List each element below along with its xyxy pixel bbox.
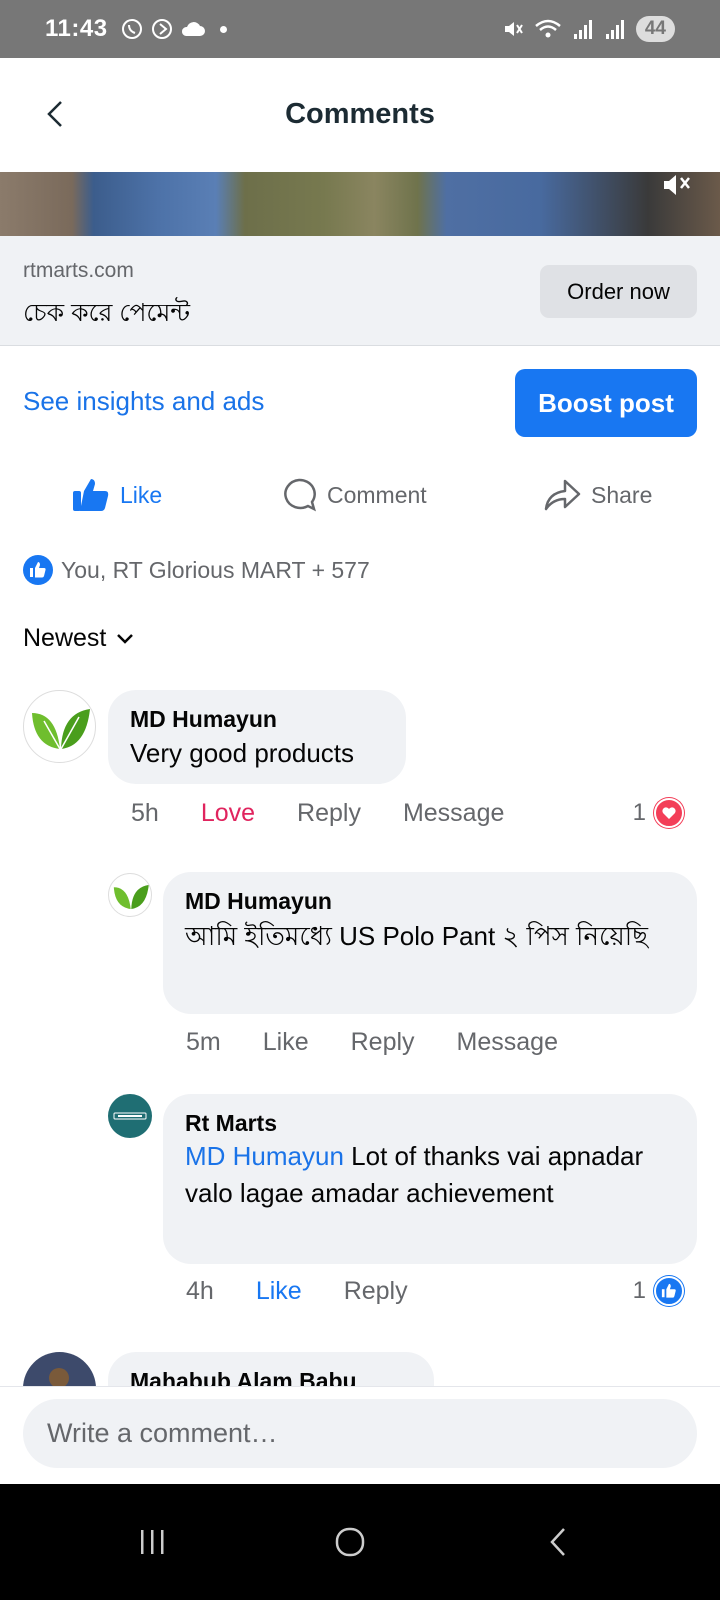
share-label: Share [591, 481, 653, 508]
home-button[interactable] [320, 1522, 380, 1562]
cloud-icon [181, 22, 205, 36]
comment-time: 5m [186, 1027, 221, 1056]
like-label: Like [120, 481, 163, 508]
comment-meta: 5h Love Reply Message [131, 796, 546, 830]
message-button[interactable]: Message [457, 1028, 558, 1057]
comment-author[interactable]: MD Humayun [185, 886, 675, 916]
link-domain: rtmarts.com [23, 259, 134, 282]
chevron-down-icon [117, 633, 134, 644]
comment-label: Comment [327, 481, 427, 508]
reactions-summary[interactable]: You, RT Glorious MART + 577 [23, 554, 370, 586]
reply-button[interactable]: Reply [351, 1028, 415, 1057]
comment-meta: 5m Like Reply Message [186, 1025, 600, 1059]
notification-dot-icon [219, 25, 227, 33]
comment-text: Very good products [130, 738, 355, 768]
comment-icon [284, 478, 316, 512]
whatsapp-icon [121, 19, 142, 39]
like-button[interactable]: Like [72, 470, 162, 520]
sort-dropdown[interactable]: Newest [23, 624, 134, 653]
order-now-button[interactable]: Order now [540, 265, 697, 318]
comment-reaction-count[interactable]: 1 [633, 1274, 684, 1308]
link-preview[interactable]: rtmarts.com চেক করে পেমেন্ট Order now [0, 236, 720, 346]
home-icon [335, 1527, 365, 1557]
post-action-row: Like Comment Share [0, 470, 720, 520]
post-image[interactable] [0, 172, 720, 236]
comment-bubble[interactable]: MD Humayun Very good products [108, 690, 406, 784]
like-reaction-icon [654, 1276, 684, 1306]
leaf-logo-icon [113, 884, 149, 909]
back-nav-icon [550, 1528, 565, 1556]
like-reaction-icon [23, 555, 53, 585]
avatar[interactable] [108, 873, 152, 917]
recent-apps-button[interactable] [122, 1522, 182, 1562]
share-button[interactable]: Share [543, 470, 652, 520]
reaction-count-value: 1 [632, 799, 646, 826]
reactions-summary-text: You, RT Glorious MART + 577 [61, 556, 370, 583]
thumbs-up-icon [73, 479, 109, 511]
reply-button[interactable]: Reply [344, 1277, 408, 1306]
wifi-icon [535, 19, 561, 38]
system-nav-bar [0, 1484, 720, 1600]
comment-author[interactable]: MD Humayun [130, 704, 384, 734]
boost-post-button[interactable]: Boost post [515, 369, 697, 437]
recent-apps-icon [141, 1530, 164, 1554]
comment-button[interactable]: Comment [281, 470, 427, 520]
status-time: 11:43 [45, 15, 108, 42]
status-bar: 11:43 44 [0, 0, 720, 58]
comments-header: Comments [0, 58, 720, 172]
link-subtitle: চেক করে পেমেন্ট [23, 299, 191, 327]
comment-author[interactable]: Rt Marts [185, 1108, 675, 1138]
reply-bubble[interactable]: MD Humayun আমি ইতিমধ্যে US Polo Pant ২ প… [163, 872, 697, 1014]
page-title: Comments [285, 98, 435, 130]
battery-indicator: 44 [635, 16, 675, 42]
see-insights-link[interactable]: See insights and ads [23, 386, 264, 417]
mention-link[interactable]: MD Humayun [185, 1141, 344, 1171]
reply-bubble[interactable]: Rt Marts MD Humayun Lot of thanks vai ap… [163, 1094, 697, 1264]
sort-label: Newest [23, 624, 107, 652]
comment-composer [0, 1386, 720, 1484]
comment-time: 4h [186, 1276, 214, 1305]
like-button[interactable]: Like [256, 1277, 302, 1306]
heart-icon [654, 798, 684, 828]
message-button[interactable]: Message [403, 799, 504, 828]
comment-meta: 4h Like Reply [186, 1274, 450, 1308]
mute-icon [504, 22, 523, 36]
rt-marts-logo-icon [113, 1112, 147, 1120]
signal-icon-1 [573, 20, 592, 39]
avatar[interactable] [108, 1094, 152, 1138]
reply-button[interactable]: Reply [297, 799, 361, 828]
share-icon [544, 479, 581, 511]
comment-reaction-count[interactable]: 1 [633, 796, 684, 830]
comment-input[interactable] [23, 1399, 697, 1468]
video-mute-icon[interactable] [662, 172, 692, 207]
comment-text: আমি ইতিমধ্যে US Polo Pant ২ পিস নিয়েছি [185, 921, 648, 951]
love-button[interactable]: Love [201, 799, 255, 828]
comment-time: 5h [131, 798, 159, 827]
reaction-count-value: 1 [632, 1277, 646, 1304]
like-button[interactable]: Like [263, 1028, 309, 1057]
signal-icon-2 [605, 20, 624, 39]
play-circle-icon [151, 19, 172, 39]
avatar[interactable] [23, 690, 96, 763]
back-nav-button[interactable] [528, 1522, 588, 1562]
leaf-logo-icon [32, 709, 90, 750]
